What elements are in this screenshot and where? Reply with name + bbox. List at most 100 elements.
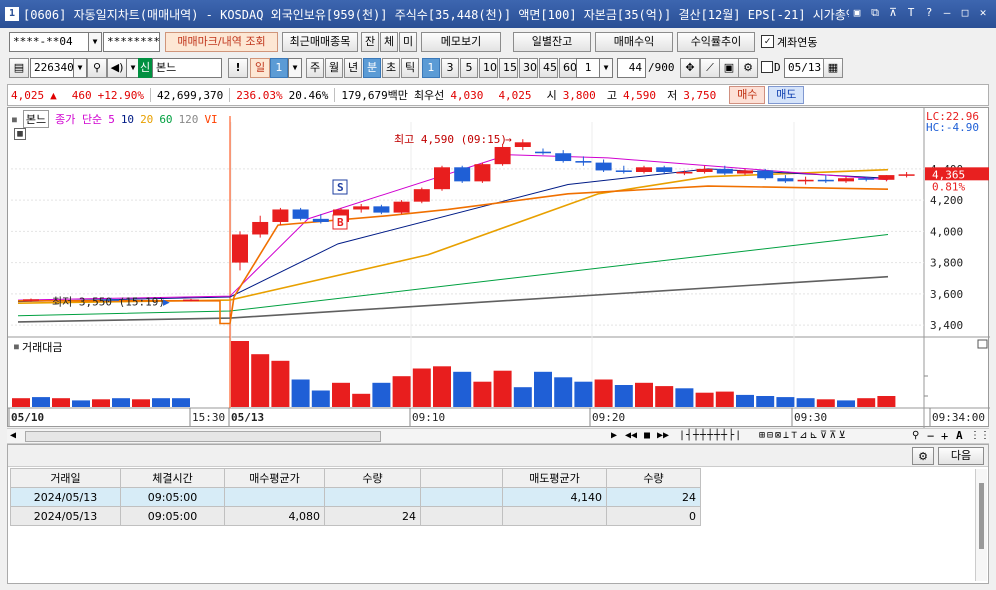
alert-icon[interactable]: ! xyxy=(228,58,248,78)
buy-button[interactable]: 매수 xyxy=(729,86,766,104)
trendline-icon[interactable]: ⟋ xyxy=(700,58,720,78)
trade-lookup-button[interactable]: 매매마크/내역 조회 xyxy=(165,32,278,52)
memo-button[interactable]: 메모보기 xyxy=(421,32,501,52)
maximize-icon[interactable]: □ xyxy=(958,6,972,20)
volume-close-icon xyxy=(977,339,988,349)
save-icon[interactable]: ▣ xyxy=(719,58,739,78)
minus-icon[interactable]: − xyxy=(927,429,934,443)
account-dropdown[interactable]: ▼ xyxy=(88,32,102,52)
table-cell: 09:05:00 xyxy=(120,487,225,507)
period-dropdown[interactable]: ▼ xyxy=(288,58,302,78)
calendar-icon[interactable]: ▦ xyxy=(823,58,843,78)
minute-options: 1 3 5 10 15 30 45 60 xyxy=(422,58,579,78)
volume-bar xyxy=(534,371,552,407)
chart-panel[interactable]: ■ 본느 종가 단순 5 10 20 60 120 VI ▦ 4,4004,20… xyxy=(7,107,990,428)
balance-button[interactable]: 잔 xyxy=(361,32,379,52)
pin-icon[interactable]: ⊼ xyxy=(886,6,900,20)
chart-scrollbar[interactable]: ◀ ▶ ◀◀ ■ ▶▶ |┤┼┼┼┼┼├| ⊞⊟⊠⊥⊤⊿⊾⊽⊼⊻ ⚲ − + A… xyxy=(7,428,990,444)
search-icon[interactable]: ⚲ xyxy=(87,58,107,78)
period-second-button[interactable]: 초 xyxy=(382,58,400,78)
crosshair-icon[interactable]: ✥ xyxy=(680,58,700,78)
account-input[interactable]: ****-**04 xyxy=(9,32,89,52)
scroll-thumb[interactable] xyxy=(25,431,381,442)
daily-balance-button[interactable]: 일별잔고 xyxy=(513,32,591,52)
frame-icon[interactable]: ▣ xyxy=(850,6,864,20)
ma10-line xyxy=(17,168,889,303)
speaker-icon[interactable]: ◀) xyxy=(107,58,127,78)
return-trend-button[interactable]: 수익률추이 xyxy=(677,32,755,52)
executed-button[interactable]: 체 xyxy=(380,32,398,52)
prev-icon[interactable]: ◀◀ xyxy=(625,430,637,441)
period-month-button[interactable]: 월 xyxy=(325,58,343,78)
settings-icon[interactable]: ⚙ xyxy=(738,58,758,78)
period-week-button[interactable]: 주 xyxy=(306,58,324,78)
period-year-button[interactable]: 년 xyxy=(344,58,362,78)
minute-option-5[interactable]: 5 xyxy=(460,58,478,78)
next-button[interactable]: 다음 xyxy=(938,447,984,465)
minute-option-15[interactable]: 15 xyxy=(499,58,518,78)
sell-button[interactable]: 매도 xyxy=(768,86,805,104)
volume-bar xyxy=(152,398,170,407)
table-row[interactable]: 2024/05/13 09:05:00 4,080 24 0 xyxy=(10,506,701,526)
font-icon[interactable]: T xyxy=(904,6,918,20)
volume-bar xyxy=(736,394,754,407)
minute-option-45[interactable]: 45 xyxy=(539,58,558,78)
table-cell: 09:05:00 xyxy=(120,506,225,526)
copy-window-icon[interactable]: ⧉ xyxy=(868,6,882,20)
stop-icon[interactable]: ■ xyxy=(644,430,650,441)
candle-body xyxy=(656,167,673,172)
candle-body xyxy=(615,170,632,172)
account-link-checkbox[interactable]: ✓ xyxy=(761,35,774,48)
unfilled-button[interactable]: 미 xyxy=(399,32,417,52)
period-day-num[interactable]: 1 xyxy=(270,58,288,78)
recent-trades-button[interactable]: 최근매매종목 xyxy=(282,32,358,52)
minute-option-10[interactable]: 10 xyxy=(479,58,498,78)
date-input[interactable]: 05/13 xyxy=(784,58,824,78)
minute-option-1[interactable]: 1 xyxy=(422,58,440,78)
minute-option-3[interactable]: 3 xyxy=(441,58,459,78)
custom-period-dropdown[interactable]: ▼ xyxy=(599,58,613,78)
table-row[interactable]: 2024/05/13 09:05:00 4,140 24 xyxy=(10,487,701,507)
high-price: 4,590 xyxy=(622,88,657,102)
text-tool-icon[interactable]: A xyxy=(956,429,963,442)
volume-bar xyxy=(172,398,190,407)
close-icon[interactable]: ✕ xyxy=(976,6,990,20)
period-minute-button[interactable]: 분 xyxy=(363,58,381,78)
period-tick-button[interactable]: 틱 xyxy=(401,58,419,78)
trade-history-table: 거래일 체결시간 매수평균가 수량 매도평균가 수량 2024/05/13 09:05:00… xyxy=(10,468,701,526)
chart-svg[interactable]: 4,4004,2004,0003,8003,6003,4004,3650.81%… xyxy=(8,108,990,428)
custom-period-input[interactable]: 1 xyxy=(576,58,600,78)
period-day-button[interactable]: 일 xyxy=(250,58,270,78)
date-checkbox[interactable] xyxy=(761,61,773,73)
volume-bar xyxy=(453,371,472,407)
zoom-slider[interactable]: |┤┼┼┼┼┼├| xyxy=(679,430,742,441)
table-scrollbar[interactable] xyxy=(975,469,987,581)
candle-body xyxy=(292,209,309,219)
stock-list-icon[interactable]: ▤ xyxy=(9,58,29,78)
plus-icon[interactable]: + xyxy=(941,429,948,443)
password-input[interactable]: ******** xyxy=(103,32,160,52)
volume-bar xyxy=(594,379,613,407)
table-settings-icon[interactable]: ⚙ xyxy=(912,447,934,465)
stock-code-input[interactable]: 226340 xyxy=(30,58,74,78)
drawing-tools-icons[interactable]: ⊞⊟⊠⊥⊤⊿⊾⊽⊼⊻ xyxy=(759,430,848,441)
help-icon[interactable]: ? xyxy=(922,6,936,20)
table-cell: 2024/05/13 xyxy=(10,506,121,526)
candle-body xyxy=(858,178,875,180)
candle-body xyxy=(636,167,652,172)
scroll-right-icon[interactable]: ▶ xyxy=(611,430,617,441)
best-ask: 4,030 xyxy=(450,88,484,102)
trade-profit-button[interactable]: 매매수익 xyxy=(595,32,673,52)
minute-option-30[interactable]: 30 xyxy=(519,58,538,78)
volume-bar xyxy=(796,398,815,407)
stock-code-dropdown[interactable]: ▼ xyxy=(73,58,87,78)
zoom-icon[interactable]: ⚲ xyxy=(912,430,919,441)
minimize-icon[interactable]: — xyxy=(940,6,954,20)
low-price: 3,750 xyxy=(683,88,717,102)
next-icon[interactable]: ▶▶ xyxy=(657,430,669,441)
more-tools-icon[interactable]: ⋮⋮ xyxy=(970,430,990,441)
volume-label: 거래대금 xyxy=(22,341,62,354)
x-tick-label: 15:30 xyxy=(192,411,225,424)
stock-name-field[interactable]: 본느 xyxy=(152,58,222,78)
count-input[interactable]: 44 xyxy=(617,58,646,78)
